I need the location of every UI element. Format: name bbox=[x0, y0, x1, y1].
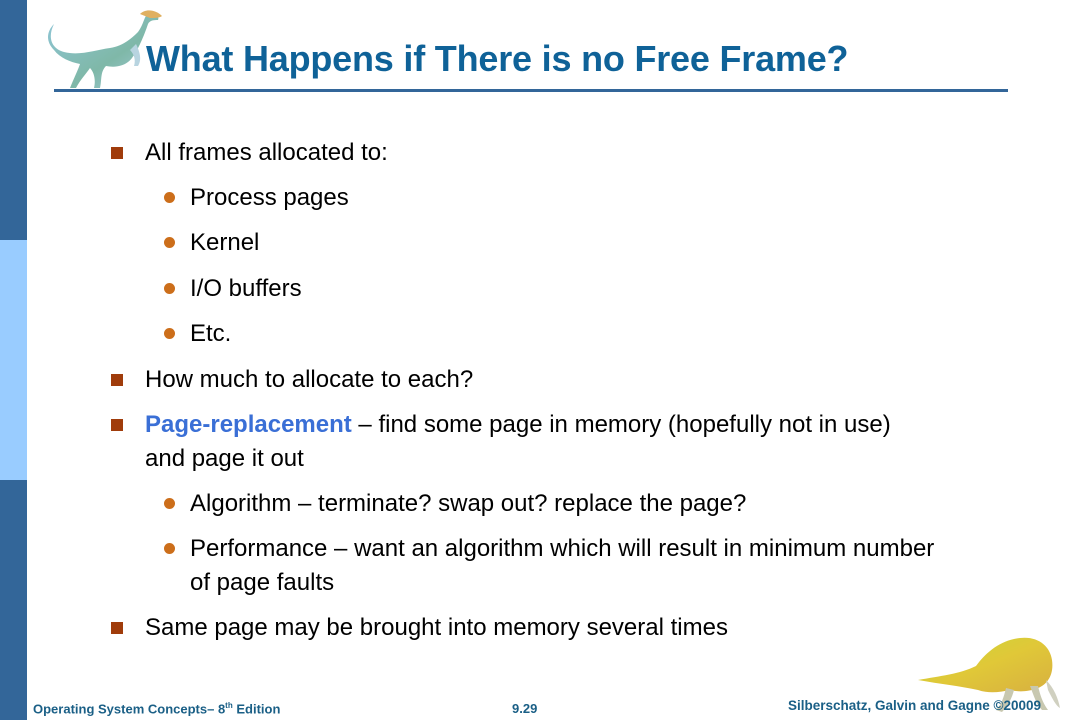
sub-bullet-text: Etc. bbox=[190, 320, 232, 347]
bullet-page-replacement: Page-replacement – find some page in mem… bbox=[111, 411, 891, 439]
square-bullet-icon bbox=[111, 622, 123, 634]
round-bullet-icon bbox=[164, 192, 175, 203]
sub-bullet-etc: Etc. bbox=[164, 320, 232, 348]
footer-copyright: Silberschatz, Galvin and Gagne ©20009 bbox=[788, 698, 1042, 713]
round-bullet-icon bbox=[164, 283, 175, 294]
round-bullet-icon bbox=[164, 328, 175, 339]
bullet-text: and page it out bbox=[145, 445, 304, 472]
bullet-text: All frames allocated to: bbox=[145, 139, 388, 166]
bullet-page-replacement-line2: and page it out bbox=[145, 445, 304, 473]
bullet-text: – find some page in memory (hopefully no… bbox=[351, 411, 891, 438]
sub-bullet-text: Kernel bbox=[190, 229, 260, 256]
sub-bullet-text: Process pages bbox=[190, 184, 349, 211]
sub-bullet-kernel: Kernel bbox=[164, 229, 260, 257]
bullet-text: Same page may be brought into memory sev… bbox=[145, 614, 728, 641]
sub-bullet-text: Performance – want an algorithm which wi… bbox=[190, 535, 935, 562]
footer-book-prefix: Operating System Concepts– 8 bbox=[33, 701, 226, 717]
round-bullet-icon bbox=[164, 543, 175, 554]
footer-page-number: 9.29 bbox=[512, 701, 538, 716]
sidebar-segment-light bbox=[0, 240, 27, 480]
sidebar-segment-dark-bottom bbox=[0, 480, 27, 720]
title-underline bbox=[54, 89, 1008, 92]
sub-bullet-text: Algorithm – terminate? swap out? replace… bbox=[190, 490, 747, 517]
bullet-how-much: How much to allocate to each? bbox=[111, 366, 474, 394]
sub-bullet-process-pages: Process pages bbox=[164, 184, 349, 212]
sub-bullet-text: of page faults bbox=[190, 569, 335, 596]
sub-bullet-algorithm: Algorithm – terminate? swap out? replace… bbox=[164, 490, 747, 518]
sub-bullet-io-buffers: I/O buffers bbox=[164, 275, 302, 303]
footer-book-suffix: Edition bbox=[232, 701, 281, 717]
square-bullet-icon bbox=[111, 147, 123, 159]
round-bullet-icon bbox=[164, 237, 175, 248]
sidebar-segment-dark-top bbox=[0, 0, 27, 240]
bullet-same-page: Same page may be brought into memory sev… bbox=[111, 614, 728, 642]
footer-book-sup: th bbox=[225, 701, 233, 710]
highlight-term: Page-replacement bbox=[145, 411, 352, 438]
sub-bullet-performance-line2: of page faults bbox=[190, 569, 334, 597]
bullet-text: How much to allocate to each? bbox=[145, 366, 474, 393]
sidebar-stripe bbox=[0, 0, 27, 720]
slide-title: What Happens if There is no Free Frame? bbox=[146, 38, 849, 79]
round-bullet-icon bbox=[164, 498, 175, 509]
sub-bullet-performance: Performance – want an algorithm which wi… bbox=[164, 535, 935, 563]
square-bullet-icon bbox=[111, 419, 123, 431]
sub-bullet-text: I/O buffers bbox=[190, 275, 302, 302]
square-bullet-icon bbox=[111, 374, 123, 386]
bullet-all-frames: All frames allocated to: bbox=[111, 139, 388, 167]
footer-book-title: Operating System Concepts– 8th Edition bbox=[33, 701, 280, 716]
